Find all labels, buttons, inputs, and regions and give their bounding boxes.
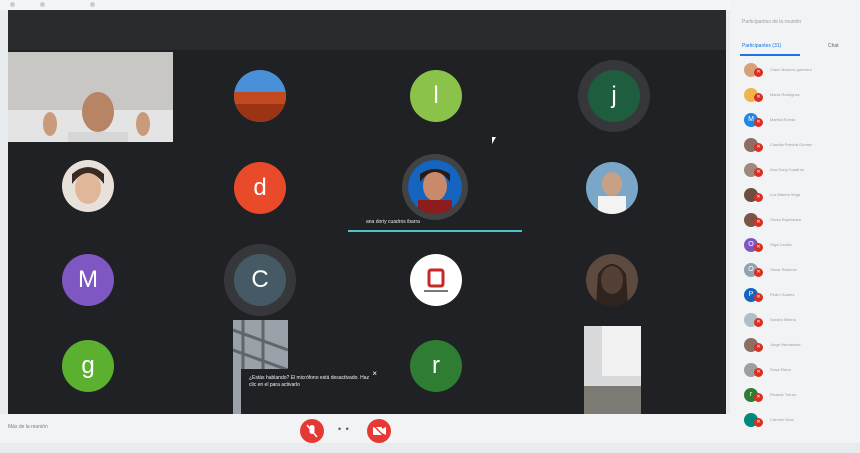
- tab-dot-icon: [40, 2, 45, 7]
- mic-muted-icon: ✕: [754, 418, 763, 427]
- participant-avatar-landscape[interactable]: [234, 70, 286, 122]
- participant-name: Rosa Elena: [770, 367, 791, 372]
- speaker-audio-indicator: [348, 230, 522, 232]
- participant-name: Oscar Ramírez: [770, 267, 797, 272]
- mic-muted-icon: ✕: [754, 218, 763, 227]
- mic-muted-icon: ✕: [754, 368, 763, 377]
- close-icon[interactable]: ×: [372, 370, 377, 378]
- camera-toggle-button[interactable]: [367, 419, 391, 443]
- mic-muted-icon: ✕: [754, 268, 763, 277]
- mic-muted-icon: ✕: [754, 393, 763, 402]
- camera-off-icon: [372, 424, 386, 438]
- call-controls-bar: Más de la reunión • •: [0, 414, 730, 443]
- participant-avatar-speaker[interactable]: [408, 160, 462, 214]
- participant-name: María Rodríguez: [770, 92, 800, 97]
- mic-muted-icon: ✕: [754, 168, 763, 177]
- participant-name: Claudia Patricia Gómez: [770, 142, 813, 147]
- participant-avatar-d[interactable]: d: [234, 162, 286, 214]
- participant-avatar-older-man[interactable]: [586, 162, 638, 214]
- participant-name: Ricardo Torres: [770, 392, 796, 397]
- tab-dot-icon: [10, 2, 15, 7]
- mic-muted-icon: ✕: [754, 343, 763, 352]
- speaker-name-label: ana doriy cuadros ibarra: [366, 219, 420, 225]
- participant-name: Carmen Díaz: [770, 417, 794, 422]
- participant-row[interactable]: ✕ Sandra Milena: [744, 310, 860, 332]
- participant-name: Gloria Esperanza: [770, 217, 801, 222]
- participant-avatar-r[interactable]: r: [410, 340, 462, 392]
- tab-dot-icon: [90, 2, 95, 7]
- participant-name: Clara Jimenez guerrero: [770, 67, 812, 72]
- participant-name: Sandra Milena: [770, 317, 796, 322]
- mic-muted-icon: ✕: [754, 293, 763, 302]
- participant-row[interactable]: ✕ Rosa Elena: [744, 360, 860, 382]
- mic-muted-popup: ¿Estás hablando? El micrófono está desac…: [241, 369, 379, 415]
- participant-name: Jorge Hernández: [770, 342, 801, 347]
- video-grid: l j d ana doriy cuadros ibarra M C g ¿Es…: [8, 10, 726, 415]
- participant-avatar-woman[interactable]: [62, 160, 114, 212]
- participant-row[interactable]: r ✕ Ricardo Torres: [744, 385, 860, 407]
- panel-title: Participantes de la reunión: [742, 19, 802, 25]
- participant-row[interactable]: ✕ Gloria Esperanza: [744, 210, 860, 232]
- participant-video-room[interactable]: [584, 326, 641, 414]
- mic-muted-icon: ✕: [754, 193, 763, 202]
- mic-off-icon: [306, 424, 318, 438]
- mic-toggle-button[interactable]: [300, 419, 324, 443]
- tab-participants[interactable]: Participantes (31): [742, 43, 781, 49]
- mic-muted-icon: ✕: [754, 118, 763, 127]
- participant-row[interactable]: P ✕ Pedro Suárez: [744, 285, 860, 307]
- mic-muted-message: ¿Estás hablando? El micrófono está desac…: [249, 375, 370, 388]
- participant-avatar-c[interactable]: C: [234, 254, 286, 306]
- tab-chat[interactable]: Chat: [828, 43, 839, 49]
- mic-muted-icon: ✕: [754, 93, 763, 102]
- participant-row[interactable]: O ✕ Olga Cecilia: [744, 235, 860, 257]
- participant-row[interactable]: ✕ Luz Marina Vega: [744, 185, 860, 207]
- participant-row[interactable]: ✕ Carmen Díaz: [744, 410, 860, 432]
- participant-avatar-l[interactable]: l: [410, 70, 462, 122]
- participant-avatar-logo[interactable]: [410, 254, 462, 306]
- participant-row[interactable]: O ✕ Oscar Ramírez: [744, 260, 860, 282]
- mic-muted-icon: ✕: [754, 243, 763, 252]
- participant-avatar-j[interactable]: j: [588, 70, 640, 122]
- participants-panel: Participantes de la reunión Participante…: [730, 0, 860, 443]
- participant-row[interactable]: ✕ Jorge Hernández: [744, 335, 860, 357]
- mic-muted-icon: ✕: [754, 143, 763, 152]
- participant-name: Pedro Suárez: [770, 292, 795, 297]
- grid-header-shade: [8, 10, 726, 50]
- participant-name: Ana Doriy Cuadros: [770, 167, 804, 172]
- participant-row[interactable]: ✕ Ana Doriy Cuadros: [744, 160, 860, 182]
- participant-name: Luz Marina Vega: [770, 192, 801, 197]
- active-tab-indicator: [740, 54, 800, 56]
- participant-name: Olga Cecilia: [770, 242, 792, 247]
- participant-avatar-m[interactable]: M: [62, 254, 114, 306]
- mic-muted-icon: ✕: [754, 318, 763, 327]
- more-options-button[interactable]: • •: [338, 424, 350, 434]
- participant-row[interactable]: M ✕ Martha Rueda: [744, 110, 860, 132]
- participant-row[interactable]: ✕ Clara Jimenez guerrero: [744, 60, 860, 82]
- participant-name: Martha Rueda: [770, 117, 796, 122]
- participant-row[interactable]: ✕ Claudia Patricia Gómez: [744, 135, 860, 157]
- participant-row[interactable]: ✕ María Rodríguez: [744, 85, 860, 107]
- mic-muted-icon: ✕: [754, 68, 763, 77]
- participant-avatar-g[interactable]: g: [62, 340, 114, 392]
- participant-avatar-dark-hair-woman[interactable]: [586, 254, 638, 306]
- participant-video-man[interactable]: [8, 52, 173, 142]
- meeting-details-link[interactable]: Más de la reunión: [8, 424, 48, 430]
- mouse-cursor-icon: [492, 137, 496, 144]
